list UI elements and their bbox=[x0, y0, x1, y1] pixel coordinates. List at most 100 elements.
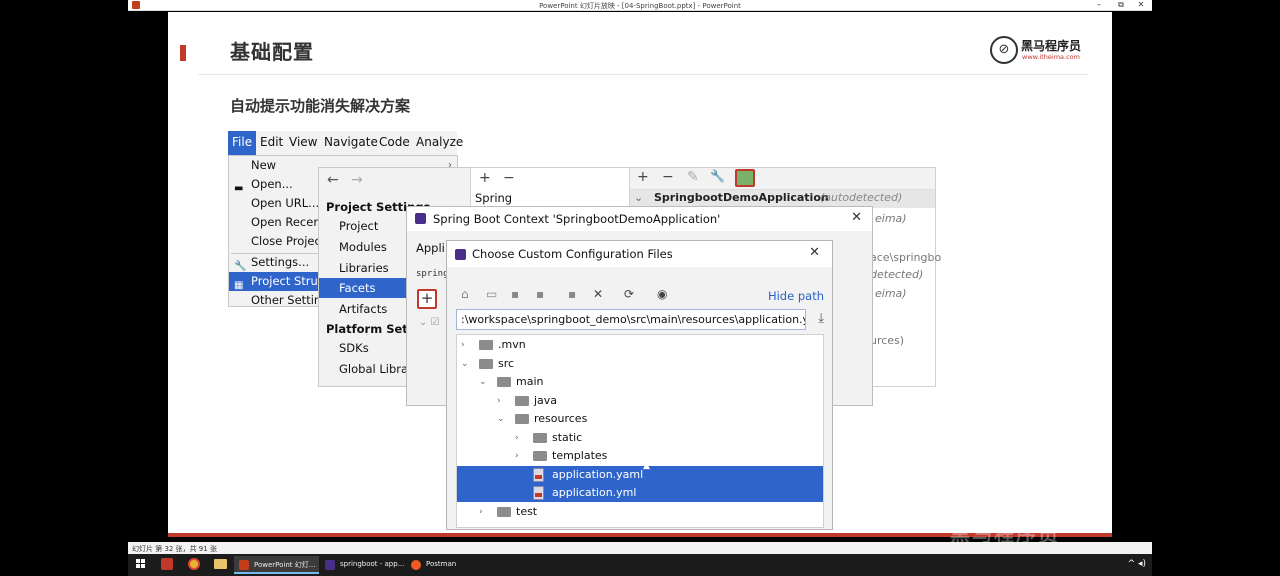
slide-subtitle: 自动提示功能消失解决方案 bbox=[230, 97, 411, 115]
chevron-right-icon[interactable]: › bbox=[515, 447, 519, 465]
contexts-toolbar: + − ✎ 🔧 bbox=[630, 168, 935, 190]
folder-icon bbox=[497, 506, 511, 517]
tree-item-label: templates bbox=[552, 449, 608, 462]
delete-icon[interactable]: ✕ bbox=[593, 287, 603, 301]
chevron-right-icon[interactable]: › bbox=[479, 503, 483, 521]
minimize-button[interactable]: – bbox=[1090, 0, 1108, 9]
new-folder-icon[interactable]: ▪ bbox=[568, 287, 576, 301]
chevron-right-icon[interactable]: › bbox=[461, 336, 465, 354]
tree-item-label: application.yaml bbox=[552, 467, 644, 481]
tree-folder-item[interactable]: ⌄ src bbox=[457, 355, 823, 373]
taskbar-app-powerpoint[interactable]: PowerPoint 幻灯... bbox=[234, 556, 320, 574]
windows-start-icon[interactable] bbox=[136, 559, 146, 569]
menu-code[interactable]: Code bbox=[379, 135, 410, 149]
chevron-down-icon[interactable]: ⌄ bbox=[479, 373, 487, 391]
menu-item-label: Other Setting bbox=[251, 293, 329, 307]
dialog-header: Spring Boot Context 'SpringbootDemoAppli… bbox=[407, 207, 872, 231]
remove-context-button[interactable]: − bbox=[662, 169, 674, 185]
tree-item-label: resources bbox=[534, 412, 588, 425]
context-name: SpringbootDemoApplication bbox=[654, 191, 829, 204]
edit-context-button[interactable]: ✎ bbox=[687, 169, 699, 185]
tree-item-label: .mvn bbox=[498, 338, 526, 351]
chevron-right-icon[interactable]: › bbox=[497, 392, 501, 410]
tree-item-label: test bbox=[516, 504, 538, 518]
spring-text: spring bbox=[416, 269, 449, 279]
facet-item-spring[interactable]: Spring bbox=[475, 191, 512, 205]
chrome-icon[interactable] bbox=[188, 558, 200, 570]
ide-menu-bar: File Edit View Navigate Code Analyze bbox=[228, 131, 463, 155]
tree-folder-item[interactable]: › static bbox=[457, 429, 823, 447]
menu-item-label: Close Project bbox=[251, 234, 326, 248]
brand-logo: ⊘ 黑马程序员 www.itheima.com bbox=[990, 34, 1090, 64]
folder-icon bbox=[479, 358, 493, 369]
expand-chevron-icon[interactable]: ⌄ ☑ bbox=[419, 317, 440, 328]
folder-icon bbox=[515, 395, 529, 406]
menu-edit[interactable]: Edit bbox=[260, 135, 283, 149]
tree-file-item[interactable]: application.yaml bbox=[457, 465, 823, 484]
path-input[interactable]: :\workspace\springboot_demo\src\main\res… bbox=[456, 309, 806, 330]
screen: PowerPoint 幻灯片放映 - [04-SpringBoot.pptx] … bbox=[0, 0, 1280, 576]
mouse-cursor-icon: ▲ bbox=[643, 461, 650, 471]
show-hidden-icon[interactable]: ◉ bbox=[657, 287, 667, 301]
refresh-icon[interactable]: ⟳ bbox=[624, 287, 634, 301]
brand-name: 黑马程序员 bbox=[1021, 39, 1082, 53]
wrench-icon[interactable]: 🔧 bbox=[710, 169, 725, 183]
add-config-file-button[interactable]: + bbox=[417, 289, 437, 309]
ghost-text: eima) bbox=[875, 212, 907, 225]
dialog-title: Choose Custom Configuration Files bbox=[472, 247, 673, 261]
file-explorer-icon[interactable] bbox=[214, 559, 227, 569]
tree-file-item[interactable]: application.yml bbox=[457, 484, 823, 502]
taskbar-app-postman[interactable]: Postman bbox=[406, 556, 460, 574]
add-facet-button[interactable]: + bbox=[479, 170, 491, 186]
spring-leaf-button[interactable] bbox=[735, 169, 755, 187]
dialog-title: Spring Boot Context 'SpringbootDemoAppli… bbox=[433, 212, 721, 226]
download-icon[interactable]: ⤓ bbox=[818, 311, 824, 326]
restore-button[interactable]: ⧉ bbox=[1112, 0, 1130, 10]
project-folder-icon[interactable]: ▪ bbox=[511, 287, 519, 301]
folder-icon bbox=[479, 340, 493, 350]
folder-icon bbox=[515, 414, 529, 424]
folder-icon bbox=[533, 432, 547, 443]
home-icon[interactable]: ⌂ bbox=[461, 287, 469, 301]
taskbar-pinned-icon[interactable] bbox=[161, 558, 173, 570]
dialog-header: Choose Custom Configuration Files ✕ bbox=[447, 241, 832, 267]
desktop-icon[interactable]: ▭ bbox=[486, 287, 497, 301]
tree-folder-item[interactable]: › test bbox=[457, 503, 823, 521]
close-icon[interactable]: ✕ bbox=[851, 210, 862, 225]
back-arrow-icon[interactable]: ← bbox=[327, 172, 339, 188]
module-folder-icon[interactable]: ▪ bbox=[536, 287, 544, 301]
title-divider bbox=[198, 74, 1088, 75]
autodetected-label: (autodetected) bbox=[820, 191, 903, 204]
chevron-down-icon[interactable]: ⌄ bbox=[497, 410, 505, 428]
brand-logo-icon: ⊘ bbox=[990, 36, 1018, 64]
tree-folder-item[interactable]: ⌄ resources bbox=[457, 410, 823, 428]
chevron-down-icon[interactable]: ⌄ bbox=[461, 355, 469, 373]
forward-arrow-icon[interactable]: → bbox=[351, 172, 363, 188]
chevron-right-icon[interactable]: › bbox=[515, 429, 519, 447]
menu-navigate[interactable]: Navigate bbox=[324, 135, 378, 149]
system-tray[interactable]: ^ ◂) bbox=[1128, 559, 1146, 569]
window-title: PowerPoint 幻灯片放映 - [04-SpringBoot.pptx] … bbox=[539, 2, 741, 10]
ghost-text: eima) bbox=[875, 287, 907, 300]
tree-folder-item[interactable]: › java bbox=[457, 392, 823, 410]
tree-item-label: src bbox=[498, 356, 515, 370]
menu-file[interactable]: File bbox=[228, 131, 257, 155]
close-icon[interactable]: ✕ bbox=[809, 245, 820, 260]
taskbar-app-intellij[interactable]: springboot - app... bbox=[320, 556, 408, 574]
menu-analyze[interactable]: Analyze bbox=[416, 135, 463, 149]
tree-folder-item[interactable]: › templates bbox=[457, 447, 823, 465]
powerpoint-title-bar: PowerPoint 幻灯片放映 - [04-SpringBoot.pptx] … bbox=[128, 0, 1152, 11]
hide-path-link[interactable]: Hide path bbox=[768, 289, 824, 303]
powerpoint-icon bbox=[239, 560, 249, 570]
application-label: Appli bbox=[416, 241, 445, 255]
intellij-icon bbox=[415, 213, 426, 224]
remove-facet-button[interactable]: − bbox=[503, 170, 515, 186]
slide-title: 基础配置 bbox=[230, 40, 314, 64]
collapse-chevron-icon[interactable]: ⌄ bbox=[634, 191, 643, 204]
tree-folder-item[interactable]: › .mvn bbox=[457, 336, 823, 354]
close-button[interactable]: ✕ bbox=[1132, 0, 1150, 9]
yaml-file-icon bbox=[533, 486, 544, 500]
add-context-button[interactable]: + bbox=[637, 169, 649, 185]
menu-view[interactable]: View bbox=[289, 135, 317, 149]
tree-folder-item[interactable]: ⌄ main bbox=[457, 373, 823, 391]
